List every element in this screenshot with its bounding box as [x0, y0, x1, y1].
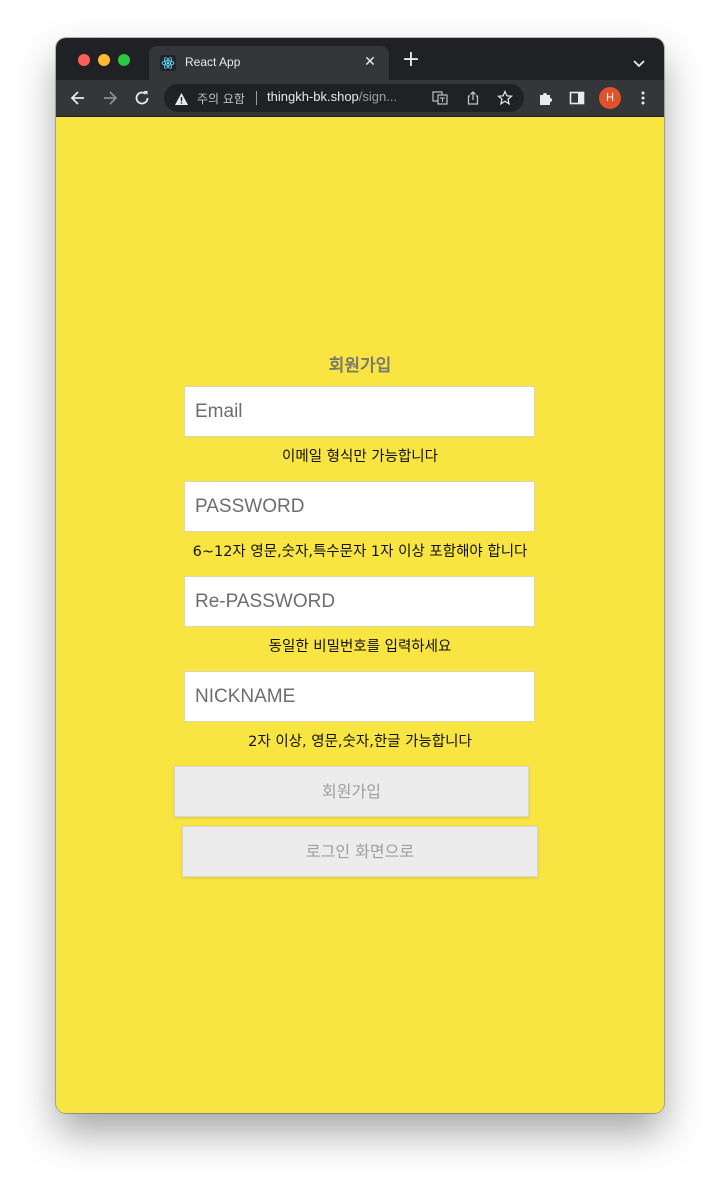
url-domain: thingkh-bk.shop — [267, 89, 359, 104]
translate-icon[interactable] — [432, 90, 448, 106]
repassword-hint: 동일한 비밀번호를 입력하세요 — [268, 639, 452, 655]
share-icon[interactable] — [465, 90, 481, 106]
browser-tab[interactable]: React App ✕ — [149, 46, 389, 80]
tab-search-chevron-icon[interactable] — [632, 54, 646, 68]
address-bar[interactable]: 주의 요함 thingkh-bk.shop/sign... — [164, 84, 524, 112]
password-field[interactable] — [185, 482, 534, 531]
omnibox-divider — [256, 91, 257, 105]
tab-title: React App — [185, 55, 241, 69]
repassword-field[interactable] — [185, 577, 534, 626]
signup-button[interactable]: 회원가입 — [174, 766, 529, 817]
email-field[interactable] — [185, 387, 534, 436]
browser-window: React App ✕ + 주의 요함 thingkh-bk.shop/sign… — [56, 38, 664, 1113]
close-tab-icon[interactable]: ✕ — [361, 53, 379, 71]
security-warning-label[interactable]: 주의 요함 — [197, 90, 245, 107]
tab-bar: React App ✕ + — [56, 38, 664, 80]
browser-toolbar: 주의 요함 thingkh-bk.shop/sign... H — [56, 80, 664, 117]
email-hint: 이메일 형식만 가능합니다 — [282, 449, 438, 465]
bookmark-star-icon[interactable] — [497, 90, 513, 106]
profile-avatar[interactable]: H — [599, 87, 621, 109]
password-hint: 6~12자 영문,숫자,특수문자 1자 이상 포함해야 합니다 — [192, 544, 528, 560]
password-field-box — [184, 481, 535, 532]
react-logo-icon — [160, 55, 176, 71]
forward-arrow-icon[interactable] — [100, 88, 120, 108]
nickname-field[interactable] — [185, 672, 534, 721]
nickname-field-box — [184, 671, 535, 722]
url-text[interactable]: thingkh-bk.shop/sign... — [267, 89, 397, 104]
maximize-window-button[interactable] — [118, 54, 130, 66]
repassword-field-box — [184, 576, 535, 627]
new-tab-icon[interactable]: + — [400, 49, 422, 71]
reload-icon[interactable] — [132, 88, 152, 108]
more-menu-icon[interactable] — [634, 89, 652, 107]
close-window-button[interactable] — [78, 54, 90, 66]
side-panel-icon[interactable] — [568, 89, 586, 107]
url-path: /sign... — [358, 89, 398, 104]
page-title: 회원가입 — [328, 356, 392, 376]
back-arrow-icon[interactable] — [68, 88, 88, 108]
page-content: 회원가입 이메일 형식만 가능합니다 6~12자 영문,숫자,특수문자 1자 이… — [56, 117, 664, 1113]
email-field-box — [184, 386, 535, 437]
nickname-hint: 2자 이상, 영문,숫자,한글 가능합니다 — [248, 734, 472, 750]
warning-icon[interactable] — [174, 91, 189, 105]
extensions-puzzle-icon[interactable] — [537, 89, 555, 107]
minimize-window-button[interactable] — [98, 54, 110, 66]
go-to-login-button[interactable]: 로그인 화면으로 — [182, 826, 538, 877]
